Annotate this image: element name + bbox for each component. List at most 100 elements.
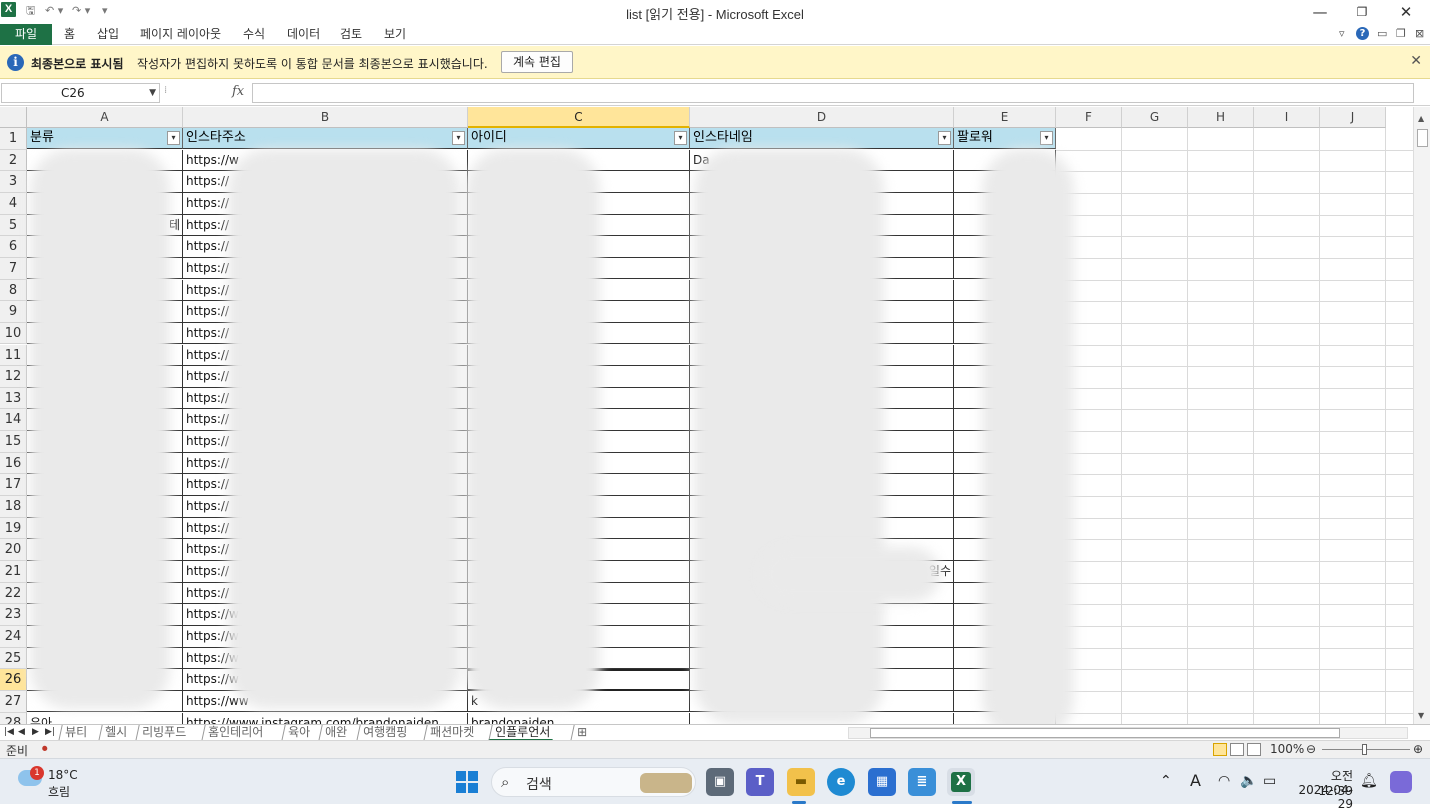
row-header-27[interactable]: 27 [0, 690, 27, 713]
restore-button[interactable]: ❐ [1345, 2, 1379, 22]
scroll-up-icon[interactable]: ▲ [1418, 114, 1424, 123]
row-header-20[interactable]: 20 [0, 539, 27, 561]
notepad-icon[interactable]: ≣ [908, 768, 936, 796]
workbook-close-icon[interactable]: ⊠ [1415, 27, 1424, 40]
header-cell-d[interactable]: 인스타네임 ▾ [690, 128, 954, 149]
select-all-corner[interactable] [0, 107, 27, 128]
row-header-9[interactable]: 9 [0, 301, 27, 323]
close-button[interactable]: ✕ [1389, 2, 1423, 22]
filter-dropdown-icon[interactable]: ▾ [167, 131, 180, 145]
ribbon-collapse-icon[interactable]: ▿ [1339, 27, 1345, 40]
row-header-8[interactable]: 8 [0, 279, 27, 302]
header-cell-c[interactable]: 아이디 ▾ [468, 128, 690, 149]
page-layout-view-icon[interactable] [1230, 743, 1244, 756]
notification-bell-icon[interactable]: 🔔︎ [1360, 773, 1378, 789]
prev-sheet-icon[interactable]: ◀ [18, 725, 25, 740]
filter-dropdown-icon[interactable]: ▾ [452, 131, 465, 145]
sheet-tab-5[interactable]: 육아 [281, 725, 316, 741]
row-header-7[interactable]: 7 [0, 257, 27, 280]
row-header-22[interactable]: 22 [0, 582, 27, 605]
row-header-21[interactable]: 21 [0, 561, 27, 583]
column-header-e[interactable]: E [954, 107, 1056, 128]
tab-page-layout[interactable]: 페이지 레이아웃 [140, 24, 221, 45]
ime-indicator[interactable]: A [1190, 771, 1201, 790]
column-header-i[interactable]: I [1254, 107, 1320, 128]
task-view-icon[interactable]: ▣ [706, 768, 734, 796]
tab-formulas[interactable]: 수식 [243, 24, 265, 45]
column-header-h[interactable]: H [1188, 107, 1254, 128]
column-header-a[interactable]: A [27, 107, 183, 128]
tab-data[interactable]: 데이터 [287, 24, 320, 45]
row-header-10[interactable]: 10 [0, 322, 27, 345]
cell-a28[interactable]: 유아 [27, 712, 183, 724]
excel-taskbar-icon[interactable]: X [947, 768, 975, 796]
row-header-26[interactable]: 26 [0, 669, 27, 691]
row-header-5[interactable]: 5 [0, 214, 27, 237]
header-cell-a[interactable]: 분류 ▾ [27, 128, 183, 149]
row-header-1[interactable]: 1 [0, 128, 27, 150]
column-header-f[interactable]: F [1056, 107, 1122, 128]
sheet-tab-8[interactable]: 패션마켓 [423, 725, 480, 741]
battery-icon[interactable]: ▭ [1263, 773, 1276, 789]
cell-c28[interactable]: brandonaiden [468, 712, 690, 724]
sheet-tab-1[interactable]: 뷰티 [58, 725, 93, 741]
sheet-tab-7[interactable]: 여행캠핑 [356, 725, 413, 741]
row-header-2[interactable]: 2 [0, 149, 27, 172]
chevron-down-icon[interactable]: ▼ [149, 84, 156, 102]
wifi-icon[interactable]: ◠ [1218, 773, 1230, 789]
weather-temperature[interactable]: 18°C [48, 768, 78, 782]
column-header-b[interactable]: B [183, 107, 468, 128]
filter-dropdown-icon[interactable]: ▾ [938, 131, 951, 145]
horizontal-scroll-thumb[interactable] [870, 728, 1340, 738]
volume-icon[interactable]: 🔈 [1240, 773, 1257, 789]
scroll-down-icon[interactable]: ▼ [1418, 711, 1424, 720]
file-explorer-icon[interactable]: ▬ [787, 768, 815, 796]
vertical-scrollbar[interactable]: ▲ ▼ [1413, 107, 1430, 724]
worksheet-grid[interactable]: A B C D E F G H I J 1 분류 ▾ 인스타주소 ▾ 아이디 ▾ 인스타네임 ▾ 팔로워 ▾ 2 https… [0, 107, 1413, 724]
clock-date[interactable]: 2024-04-29 [1288, 783, 1353, 811]
row-header-16[interactable]: 16 [0, 452, 27, 475]
zoom-level[interactable]: 100% [1270, 742, 1304, 756]
row-header-24[interactable]: 24 [0, 625, 27, 648]
row-header-28[interactable]: 28 [0, 712, 27, 724]
column-header-d[interactable]: D [690, 107, 954, 128]
header-cell-b[interactable]: 인스타주소 ▾ [183, 128, 468, 149]
filter-dropdown-icon[interactable]: ▾ [1040, 131, 1053, 145]
cell-b28[interactable]: https://www.instagram.com/brandonaiden [183, 712, 468, 724]
column-header-j[interactable]: J [1320, 107, 1386, 128]
sheet-tab-2[interactable]: 헬시 [98, 725, 133, 741]
row-header-25[interactable]: 25 [0, 647, 27, 670]
sheet-tab-3[interactable]: 리빙푸드 [135, 725, 192, 741]
copilot-icon[interactable] [1390, 771, 1412, 793]
page-break-view-icon[interactable] [1247, 743, 1261, 756]
tab-view[interactable]: 보기 [384, 24, 406, 45]
teams-icon[interactable]: T [746, 768, 774, 796]
formula-input[interactable] [252, 83, 1414, 103]
scroll-thumb[interactable] [1417, 129, 1428, 147]
column-header-c[interactable]: C [468, 107, 690, 128]
sheet-tab-4[interactable]: 홈인테리어 [201, 725, 269, 741]
row-header-14[interactable]: 14 [0, 409, 27, 432]
tab-review[interactable]: 검토 [340, 24, 362, 45]
zoom-out-icon[interactable]: ⊖ [1306, 742, 1316, 756]
first-sheet-icon[interactable]: |◀ [4, 725, 14, 740]
filter-dropdown-icon[interactable]: ▾ [674, 131, 687, 145]
tab-file[interactable]: 파일 [0, 24, 52, 45]
row-header-18[interactable]: 18 [0, 496, 27, 518]
next-sheet-icon[interactable]: ▶ [32, 725, 39, 740]
weather-condition[interactable]: 흐림 [48, 783, 70, 800]
close-icon[interactable]: ✕ [1410, 53, 1422, 69]
row-header-4[interactable]: 4 [0, 192, 27, 215]
last-sheet-icon[interactable]: ▶| [45, 725, 55, 740]
edit-anyway-button[interactable]: 계속 편집 [501, 51, 573, 73]
tab-insert[interactable]: 삽입 [97, 24, 119, 45]
windows-start-icon[interactable] [456, 771, 478, 793]
row-header-11[interactable]: 11 [0, 344, 27, 367]
insert-sheet-icon[interactable]: ⊞ [570, 725, 593, 741]
macro-record-icon[interactable]: ⏺ [42, 742, 48, 756]
row-header-3[interactable]: 3 [0, 171, 27, 193]
row-header-13[interactable]: 13 [0, 387, 27, 410]
zoom-in-icon[interactable]: ⊕ [1413, 742, 1423, 756]
row-header-19[interactable]: 19 [0, 517, 27, 540]
tab-home[interactable]: 홈 [64, 24, 75, 45]
